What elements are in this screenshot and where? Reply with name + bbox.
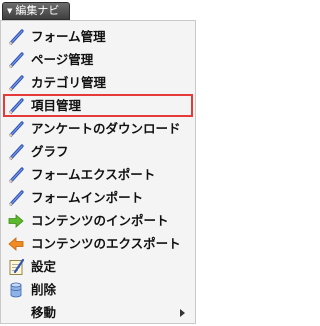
pencil-icon <box>9 120 24 137</box>
menu-item-label: カテゴリ管理 <box>31 74 107 90</box>
pencil-icon <box>9 166 24 183</box>
edit-navi-menu: フォーム管理 ページ管理 カテゴリ管理 項目管理 アンケートのダウンロード グラ… <box>0 20 196 324</box>
menu-item-form-export[interactable]: フォームエクスポート <box>3 163 193 186</box>
menu-item-label: フォームインポート <box>31 189 144 205</box>
menu-item-content-export[interactable]: コンテンツのエクスポート <box>3 232 193 255</box>
menu-item-move[interactable]: 移動 <box>3 301 193 324</box>
orange-arrow-left-icon <box>8 236 24 251</box>
edit-navi-tab-label: 編集ナビ <box>15 4 60 17</box>
menu-item-label: コンテンツのエクスポート <box>31 235 181 251</box>
menu-item-category-management[interactable]: カテゴリ管理 <box>3 71 193 94</box>
menu-item-form-management[interactable]: フォーム管理 <box>3 25 193 48</box>
menu-item-settings[interactable]: 設定 <box>3 255 193 278</box>
pencil-icon <box>9 28 24 45</box>
menu-item-label: フォーム管理 <box>31 28 106 44</box>
pencil-icon <box>9 189 24 206</box>
submenu-arrow-icon <box>180 308 185 317</box>
menu-item-page-management[interactable]: ページ管理 <box>3 48 193 71</box>
menu-item-content-import[interactable]: コンテンツのインポート <box>3 209 193 232</box>
dropdown-arrow-icon: ▼ <box>7 7 13 15</box>
menu-item-label: 設定 <box>31 258 57 274</box>
pencil-icon <box>9 74 24 91</box>
menu-item-label: ページ管理 <box>31 51 94 67</box>
menu-item-label: 削除 <box>31 281 57 297</box>
menu-item-label: 項目管理 <box>31 97 82 113</box>
menu-item-delete[interactable]: 削除 <box>3 278 193 301</box>
notepad-icon <box>9 258 25 275</box>
menu-item-survey-download[interactable]: アンケートのダウンロード <box>3 117 193 140</box>
menu-item-graph[interactable]: グラフ <box>3 140 193 163</box>
menu-item-label: アンケートのダウンロード <box>31 120 181 136</box>
pencil-icon <box>9 97 24 114</box>
green-arrow-right-icon <box>8 213 24 228</box>
menu-item-form-import[interactable]: フォームインポート <box>3 186 193 209</box>
menu-item-label: コンテンツのインポート <box>31 212 169 228</box>
pencil-icon <box>9 143 24 160</box>
blank-icon-slot <box>7 304 25 322</box>
menu-item-label: フォームエクスポート <box>31 166 156 182</box>
pencil-icon <box>9 51 24 68</box>
edit-navi-tab[interactable]: ▼ 編集ナビ <box>2 2 70 20</box>
menu-item-label: 移動 <box>31 304 57 320</box>
menu-item-field-management[interactable]: 項目管理 <box>3 94 193 117</box>
database-icon <box>10 282 22 297</box>
menu-item-label: グラフ <box>31 143 69 159</box>
